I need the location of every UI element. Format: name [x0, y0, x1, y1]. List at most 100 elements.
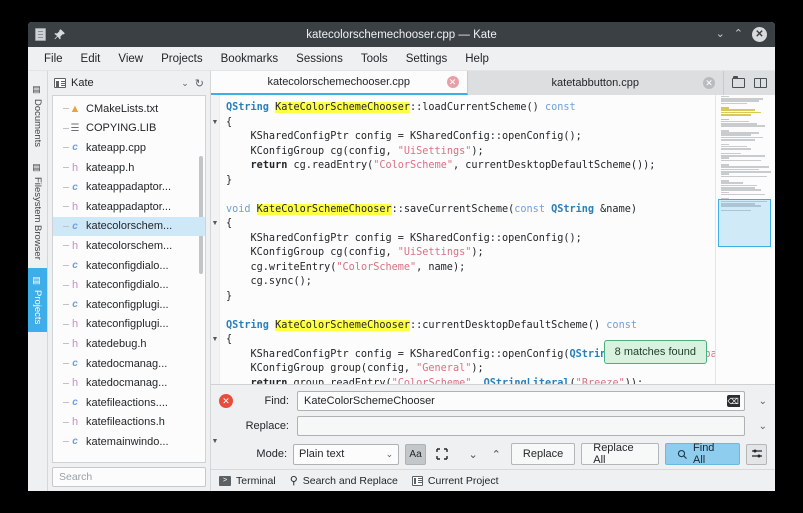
menu-item-projects[interactable]: Projects — [153, 50, 211, 68]
code-token: const — [514, 204, 545, 215]
mode-select[interactable]: Plain text ⌄ — [293, 444, 399, 465]
menu-item-settings[interactable]: Settings — [398, 50, 456, 68]
file-cpp-icon: c — [69, 142, 81, 153]
file-tree-item[interactable]: hkatecolorschem... — [53, 236, 205, 256]
find-row: ✕ Find: KateColorSchemeChooser ⌫ ⌄ — [219, 391, 767, 411]
sliders-icon — [751, 448, 763, 460]
code-token: } — [226, 291, 232, 302]
code-token: KConfigGroup cg(config, — [226, 146, 398, 157]
sidebar-tab-documents[interactable]: ▤Documents — [28, 77, 47, 155]
file-tree-item[interactable]: hkateconfigplugi... — [53, 315, 205, 335]
file-tree-item[interactable]: ckatecolorschem... — [53, 217, 205, 237]
search-options-button[interactable] — [746, 444, 767, 465]
find-input[interactable]: KateColorSchemeChooser ⌫ — [297, 391, 745, 411]
find-input-value: KateColorSchemeChooser — [304, 395, 435, 407]
editor-tab-bar: katecolorschemechooser.cpp ✕ katetabbutt… — [211, 71, 775, 95]
status-item-search-and-replace[interactable]: ⚲Search and Replace — [290, 474, 398, 487]
status-item-terminal[interactable]: >Terminal — [219, 475, 276, 487]
menu-item-bookmarks[interactable]: Bookmarks — [213, 50, 287, 68]
menu-item-help[interactable]: Help — [457, 50, 497, 68]
fold-marker — [211, 261, 219, 276]
sidebar-tab-projects[interactable]: ▤Projects — [28, 268, 47, 332]
menu-item-file[interactable]: File — [36, 50, 71, 68]
code-token: return — [251, 378, 288, 385]
replace-history-chevron-down-icon[interactable]: ⌄ — [759, 421, 767, 432]
sidebar-tab-label: Documents — [32, 99, 43, 147]
title-bar: katecolorschemechooser.cpp — Kate ⌄ ⌃ ✕ — [28, 22, 775, 47]
code-token: "General" — [416, 363, 471, 374]
file-tree-item[interactable]: hkateappadaptor... — [53, 197, 205, 217]
find-next-button[interactable]: ⌃ — [488, 448, 505, 461]
file-cpp-icon: c — [69, 260, 81, 271]
code-token: , name); — [416, 262, 465, 273]
code-token: cg.writeEntry( — [226, 262, 336, 273]
selection-only-toggle[interactable] — [432, 444, 453, 465]
replace-input[interactable] — [297, 416, 745, 436]
fold-marker[interactable]: ▼ — [211, 217, 219, 232]
find-history-chevron-down-icon[interactable]: ⌄ — [759, 396, 767, 407]
fold-marker[interactable]: ▼ — [211, 333, 219, 348]
folder-icon: ▤ — [33, 163, 43, 173]
file-h-icon: h — [69, 279, 81, 291]
menu-item-tools[interactable]: Tools — [353, 50, 396, 68]
file-tree-item[interactable]: ckatedocmanag... — [53, 354, 205, 374]
file-tree-item[interactable]: c katefileactions.... — [53, 393, 205, 413]
sidebar-tab-filesystem-browser[interactable]: ▤Filesystem Browser — [28, 155, 47, 268]
minimap-line — [721, 114, 751, 116]
file-tree-item[interactable]: hkatedocmanag... — [53, 373, 205, 393]
file-tree-item[interactable]: hkateconfigdialo... — [53, 275, 205, 295]
close-icon[interactable]: ✕ — [447, 76, 459, 88]
search-replace-panel: ✕ Find: KateColorSchemeChooser ⌫ ⌄ Repla… — [211, 384, 775, 469]
replace-all-button[interactable]: Replace All — [581, 443, 659, 465]
project-selector[interactable]: Kate ⌄ — [54, 77, 189, 89]
fold-marker[interactable]: ▼ — [211, 435, 219, 450]
code-minimap[interactable] — [715, 95, 775, 384]
file-tree[interactable]: ▲CMakeLists.txt☰COPYING.LIBckateapp.cpph… — [52, 95, 206, 463]
file-tree-item[interactable]: hkatefileactions.h — [53, 413, 205, 433]
split-view-icon[interactable] — [754, 78, 767, 88]
close-search-panel-button[interactable]: ✕ — [219, 394, 233, 408]
file-tree-item[interactable]: ckatemainwindo... — [53, 432, 205, 452]
close-icon[interactable]: ✕ — [703, 77, 715, 89]
status-item-current-project[interactable]: Current Project — [412, 475, 499, 487]
kate-window: katecolorschemechooser.cpp — Kate ⌄ ⌃ ✕ … — [28, 22, 775, 491]
file-h-icon: h — [69, 416, 81, 428]
maximize-button[interactable]: ⌃ — [734, 29, 743, 40]
code-line: KSharedConfigPtr config = KSharedConfig:… — [226, 130, 715, 145]
file-tree-item[interactable]: ▲CMakeLists.txt — [53, 99, 205, 119]
file-tree-item[interactable]: hkateapp.h — [53, 158, 205, 178]
file-tree-item[interactable]: ckateconfigplugi... — [53, 295, 205, 315]
minimap-viewport[interactable] — [718, 199, 771, 247]
menu-item-edit[interactable]: Edit — [73, 50, 109, 68]
file-tree-item-label: katemainwindo... — [86, 436, 169, 448]
minimize-button[interactable]: ⌄ — [716, 29, 725, 40]
replace-button[interactable]: Replace — [511, 443, 575, 465]
code-line: { — [226, 217, 715, 232]
file-tree-item[interactable]: hkatedebug.h — [53, 334, 205, 354]
refresh-icon[interactable]: ↻ — [195, 77, 204, 90]
sidebar-search-input[interactable]: Search — [52, 467, 206, 487]
code-folding-column[interactable]: ▼▼▼▼ — [211, 95, 220, 384]
minimap-line — [721, 103, 747, 105]
close-button[interactable]: ✕ — [752, 27, 767, 42]
file-tree-item-label: katefileactions.... — [86, 397, 168, 409]
editor-tab-katetabbutton[interactable]: katetabbutton.cpp ✕ — [468, 71, 725, 95]
file-tree-item-label: COPYING.LIB — [86, 122, 156, 134]
mode-select-value: Plain text — [299, 448, 344, 460]
file-tree-item[interactable]: ckateapp.cpp — [53, 138, 205, 158]
find-previous-button[interactable]: ⌄ — [464, 448, 481, 461]
menu-item-sessions[interactable]: Sessions — [288, 50, 351, 68]
match-case-toggle[interactable]: Aa — [405, 444, 426, 465]
clear-icon[interactable]: ⌫ — [727, 395, 740, 407]
find-all-button[interactable]: Find All — [665, 443, 740, 465]
editor-tab-katecolorschemechooser[interactable]: katecolorschemechooser.cpp ✕ — [211, 71, 468, 95]
file-tree-item[interactable]: ckateappadaptor... — [53, 177, 205, 197]
menu-item-view[interactable]: View — [110, 50, 151, 68]
file-tree-item[interactable]: ☰COPYING.LIB — [53, 119, 205, 139]
open-folder-icon[interactable] — [732, 78, 745, 88]
fold-marker[interactable]: ▼ — [211, 116, 219, 131]
file-tree-item[interactable]: ckateconfigdialo... — [53, 256, 205, 276]
file-cpp-icon: c — [69, 397, 81, 408]
fold-marker — [211, 203, 219, 218]
pin-icon[interactable] — [53, 28, 66, 41]
